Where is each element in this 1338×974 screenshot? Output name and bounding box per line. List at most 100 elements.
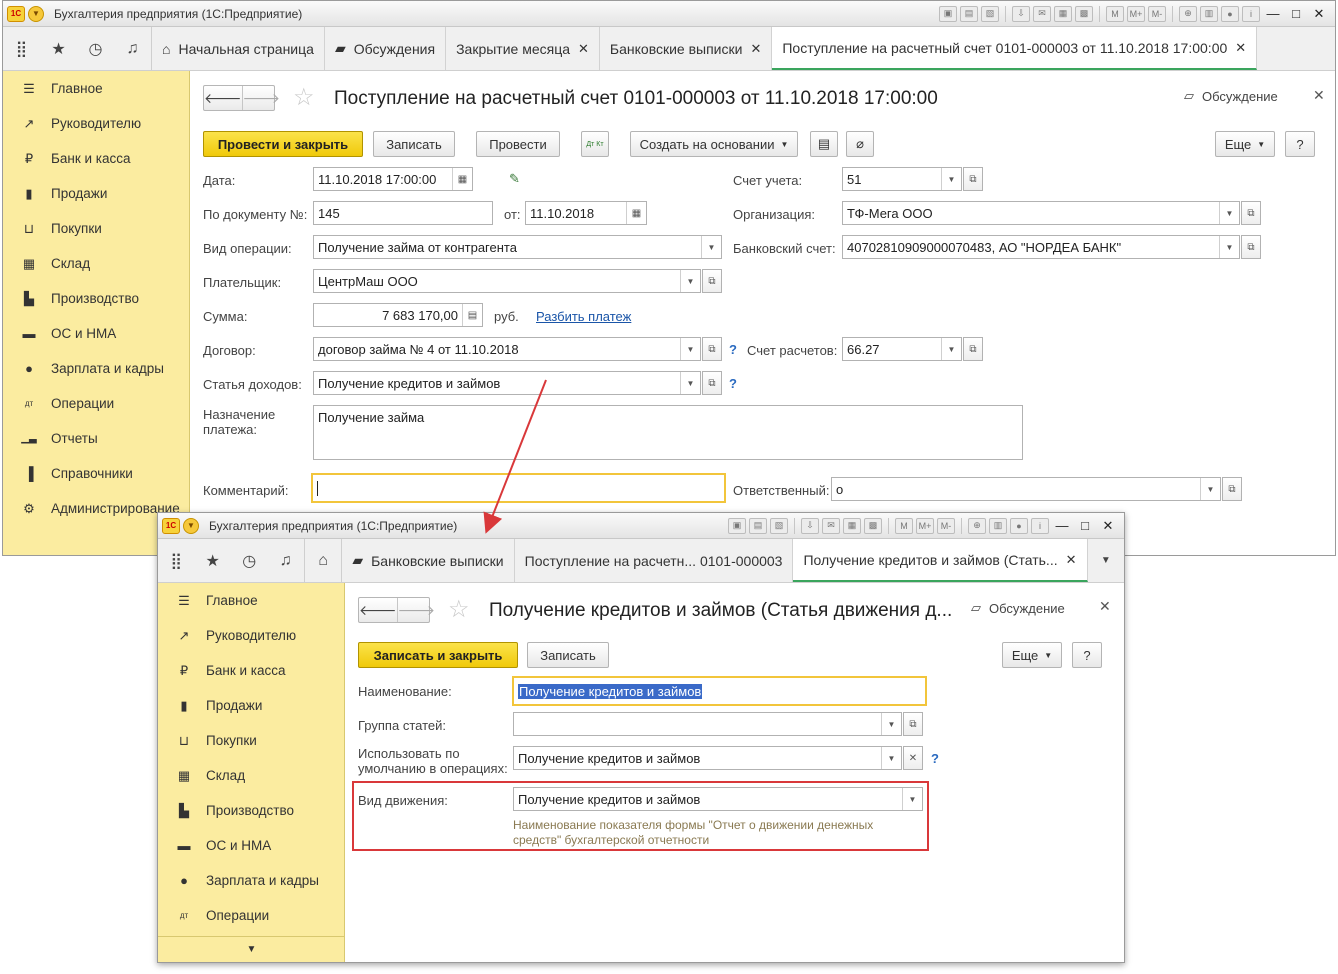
- more-button[interactable]: Еще ▼: [1002, 642, 1062, 668]
- chevron-down-icon[interactable]: ▼: [1219, 236, 1239, 258]
- chevron-down-icon[interactable]: ▼: [680, 338, 700, 360]
- memory-minus-icon[interactable]: M-: [937, 517, 955, 534]
- tab-month-close[interactable]: Закрытие месяца ✕: [446, 27, 600, 70]
- save-button[interactable]: Записать: [527, 642, 609, 668]
- tab-receipt[interactable]: Поступление на расчетн... 0101-000003: [515, 539, 794, 582]
- chevron-down-icon[interactable]: ▼: [881, 747, 901, 769]
- print-icon[interactable]: ▤: [749, 517, 767, 534]
- link-icon[interactable]: ⇩: [1012, 5, 1030, 22]
- mail-icon[interactable]: ✉: [1033, 5, 1051, 22]
- close-icon[interactable]: ✕: [1066, 552, 1077, 568]
- sidebar-item-manager[interactable]: ↗ Руководителю: [158, 618, 344, 653]
- calculator-icon[interactable]: ▤: [462, 304, 482, 326]
- sidebar-item-bank[interactable]: ₽ Банк и касса: [3, 141, 189, 176]
- tab-discussions[interactable]: ▰ Обсуждения: [325, 27, 447, 70]
- apps-grid-icon[interactable]: ⣿: [3, 27, 40, 70]
- tab-home[interactable]: ⌂ Начальная страница: [152, 27, 325, 70]
- back-arrow-icon[interactable]: 🡐: [204, 86, 242, 110]
- sidebar-item-purchases[interactable]: ⊔ Покупки: [158, 723, 344, 758]
- calendar-icon[interactable]: ▩: [1075, 5, 1093, 22]
- forward-arrow-icon[interactable]: 🡒: [396, 598, 435, 622]
- close-form-icon[interactable]: ✕: [1099, 598, 1111, 615]
- date-field[interactable]: 11.10.2018 17:00:00 ▦: [313, 167, 473, 191]
- notifications-bell-icon[interactable]: ♫: [267, 539, 303, 582]
- clear-icon[interactable]: ✕: [903, 746, 923, 770]
- sidebar-item-purchases[interactable]: ⊔ Покупки: [3, 211, 189, 246]
- sidebar-item-warehouse[interactable]: ▦ Склад: [158, 758, 344, 793]
- sidebar-item-main[interactable]: ☰ Главное: [158, 583, 344, 618]
- open-icon[interactable]: ⧉: [702, 269, 722, 293]
- calc-icon[interactable]: ▦: [843, 517, 861, 534]
- sidebar-item-production[interactable]: ▙ Производство: [158, 793, 344, 828]
- discussion-button[interactable]: ▱ Обсуждение: [971, 600, 1065, 616]
- maximize-button[interactable]: □: [1075, 517, 1095, 535]
- help-button[interactable]: ?: [1072, 642, 1102, 668]
- zoom-icon[interactable]: ⊕: [1179, 5, 1197, 22]
- preview-icon[interactable]: ▧: [770, 517, 788, 534]
- sidebar-item-directories[interactable]: ▐ Справочники: [3, 456, 189, 491]
- doc-number-field[interactable]: 145: [313, 201, 493, 225]
- post-and-close-button[interactable]: Провести и закрыть: [203, 131, 363, 157]
- sidebar-item-main[interactable]: ☰ Главное: [3, 71, 189, 106]
- comment-input[interactable]: [311, 473, 726, 503]
- attach-icon[interactable]: ⌀: [846, 131, 874, 157]
- discussion-button[interactable]: ▱ Обсуждение: [1184, 88, 1278, 104]
- favorite-star-icon[interactable]: ☆: [293, 83, 315, 112]
- purpose-textarea[interactable]: Получение займа: [313, 405, 1023, 460]
- sidebar-item-bank[interactable]: ₽ Банк и касса: [158, 653, 344, 688]
- open-icon[interactable]: ⧉: [1241, 201, 1261, 225]
- forward-arrow-icon[interactable]: 🡒: [241, 86, 280, 110]
- organization-select[interactable]: ТФ-Мега ООО ▼: [842, 201, 1240, 225]
- dtkt-icon[interactable]: Дт Кт: [581, 131, 609, 157]
- structure-icon[interactable]: ▤: [810, 131, 838, 157]
- sidebar-item-sales[interactable]: ▮ Продажи: [3, 176, 189, 211]
- link-icon[interactable]: ⇩: [801, 517, 819, 534]
- help-question-icon[interactable]: ?: [729, 342, 737, 357]
- mail-icon[interactable]: ✉: [822, 517, 840, 534]
- tab-bank-statements[interactable]: Банковские выписки ✕: [600, 27, 773, 70]
- history-icon[interactable]: ◷: [231, 539, 267, 582]
- responsible-select[interactable]: о ▼: [831, 477, 1221, 501]
- chevron-down-icon[interactable]: ▼: [680, 372, 700, 394]
- tabs-dropdown-icon[interactable]: ▼: [1088, 539, 1124, 582]
- main-menu-icon[interactable]: ▼: [28, 5, 44, 22]
- post-button[interactable]: Провести: [476, 131, 560, 157]
- name-input[interactable]: Получение кредитов и займов: [512, 676, 927, 706]
- payer-select[interactable]: ЦентрМаш ООО ▼: [313, 269, 701, 293]
- chevron-down-icon[interactable]: ▼: [1200, 478, 1220, 500]
- doc-date-field[interactable]: 11.10.2018 ▦: [525, 201, 647, 225]
- operation-type-select[interactable]: Получение займа от контрагента ▼: [313, 235, 722, 259]
- user-icon[interactable]: ●: [1221, 5, 1239, 22]
- main-menu-icon[interactable]: ▼: [183, 517, 199, 534]
- close-icon[interactable]: ✕: [1235, 40, 1246, 56]
- settlement-account-select[interactable]: 66.27 ▼: [842, 337, 962, 361]
- memory-minus-icon[interactable]: M-: [1148, 5, 1166, 22]
- close-window-button[interactable]: ✕: [1309, 5, 1329, 23]
- account-select[interactable]: 51 ▼: [842, 167, 962, 191]
- help-button[interactable]: ?: [1285, 131, 1315, 157]
- open-icon[interactable]: ⧉: [903, 712, 923, 736]
- income-item-select[interactable]: Получение кредитов и займов ▼: [313, 371, 701, 395]
- sidebar-item-operations[interactable]: дт Операции: [3, 386, 189, 421]
- zoom-icon[interactable]: ⊕: [968, 517, 986, 534]
- panel-icon[interactable]: ▥: [989, 517, 1007, 534]
- memory-plus-icon[interactable]: M+: [916, 517, 934, 534]
- sidebar-item-salary[interactable]: ● Зарплата и кадры: [3, 351, 189, 386]
- chevron-down-icon[interactable]: ▼: [941, 168, 961, 190]
- calendar-icon[interactable]: ▩: [864, 517, 882, 534]
- panel-icon[interactable]: ▥: [1200, 5, 1218, 22]
- minimize-button[interactable]: —: [1052, 517, 1072, 535]
- open-icon[interactable]: ⧉: [1222, 477, 1242, 501]
- sidebar-item-operations[interactable]: дт Операции: [158, 898, 344, 933]
- more-button[interactable]: Еще ▼: [1215, 131, 1275, 157]
- amount-field[interactable]: 7 683 170,00 ▤: [313, 303, 483, 327]
- open-icon[interactable]: ⧉: [702, 371, 722, 395]
- close-icon[interactable]: ✕: [750, 41, 761, 57]
- user-icon[interactable]: ●: [1010, 517, 1028, 534]
- close-icon[interactable]: ✕: [578, 41, 589, 57]
- open-icon[interactable]: ⧉: [702, 337, 722, 361]
- close-form-icon[interactable]: ✕: [1313, 87, 1325, 104]
- back-arrow-icon[interactable]: 🡐: [359, 598, 397, 622]
- open-icon[interactable]: ⧉: [963, 337, 983, 361]
- save-and-close-button[interactable]: Записать и закрыть: [358, 642, 518, 668]
